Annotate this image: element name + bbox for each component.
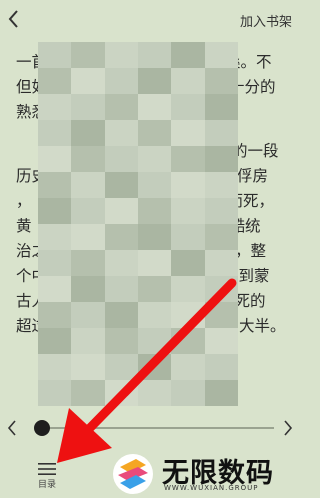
censor-mosaic bbox=[38, 42, 238, 412]
toc-label: 目录 bbox=[37, 480, 56, 490]
chapter-progress-slider[interactable] bbox=[0, 415, 300, 441]
table-of-contents-button[interactable]: 目录 bbox=[30, 460, 64, 498]
brand-logo-icon bbox=[113, 454, 153, 494]
previous-chapter-icon[interactable] bbox=[6, 417, 18, 439]
top-bar: 加入书架 bbox=[0, 0, 300, 40]
menu-icon bbox=[38, 463, 56, 475]
progress-thumb[interactable] bbox=[34, 420, 50, 436]
brand-url: WWW.WUXIAN.GROUP bbox=[164, 484, 259, 492]
progress-track[interactable] bbox=[44, 427, 274, 429]
next-chapter-icon[interactable] bbox=[282, 417, 294, 439]
back-arrow-icon[interactable] bbox=[6, 8, 22, 30]
watermark-logo: 无限数码 WWW.WUXIAN.GROUP bbox=[108, 448, 300, 498]
add-to-bookshelf-button[interactable]: 加入书架 bbox=[240, 11, 292, 30]
